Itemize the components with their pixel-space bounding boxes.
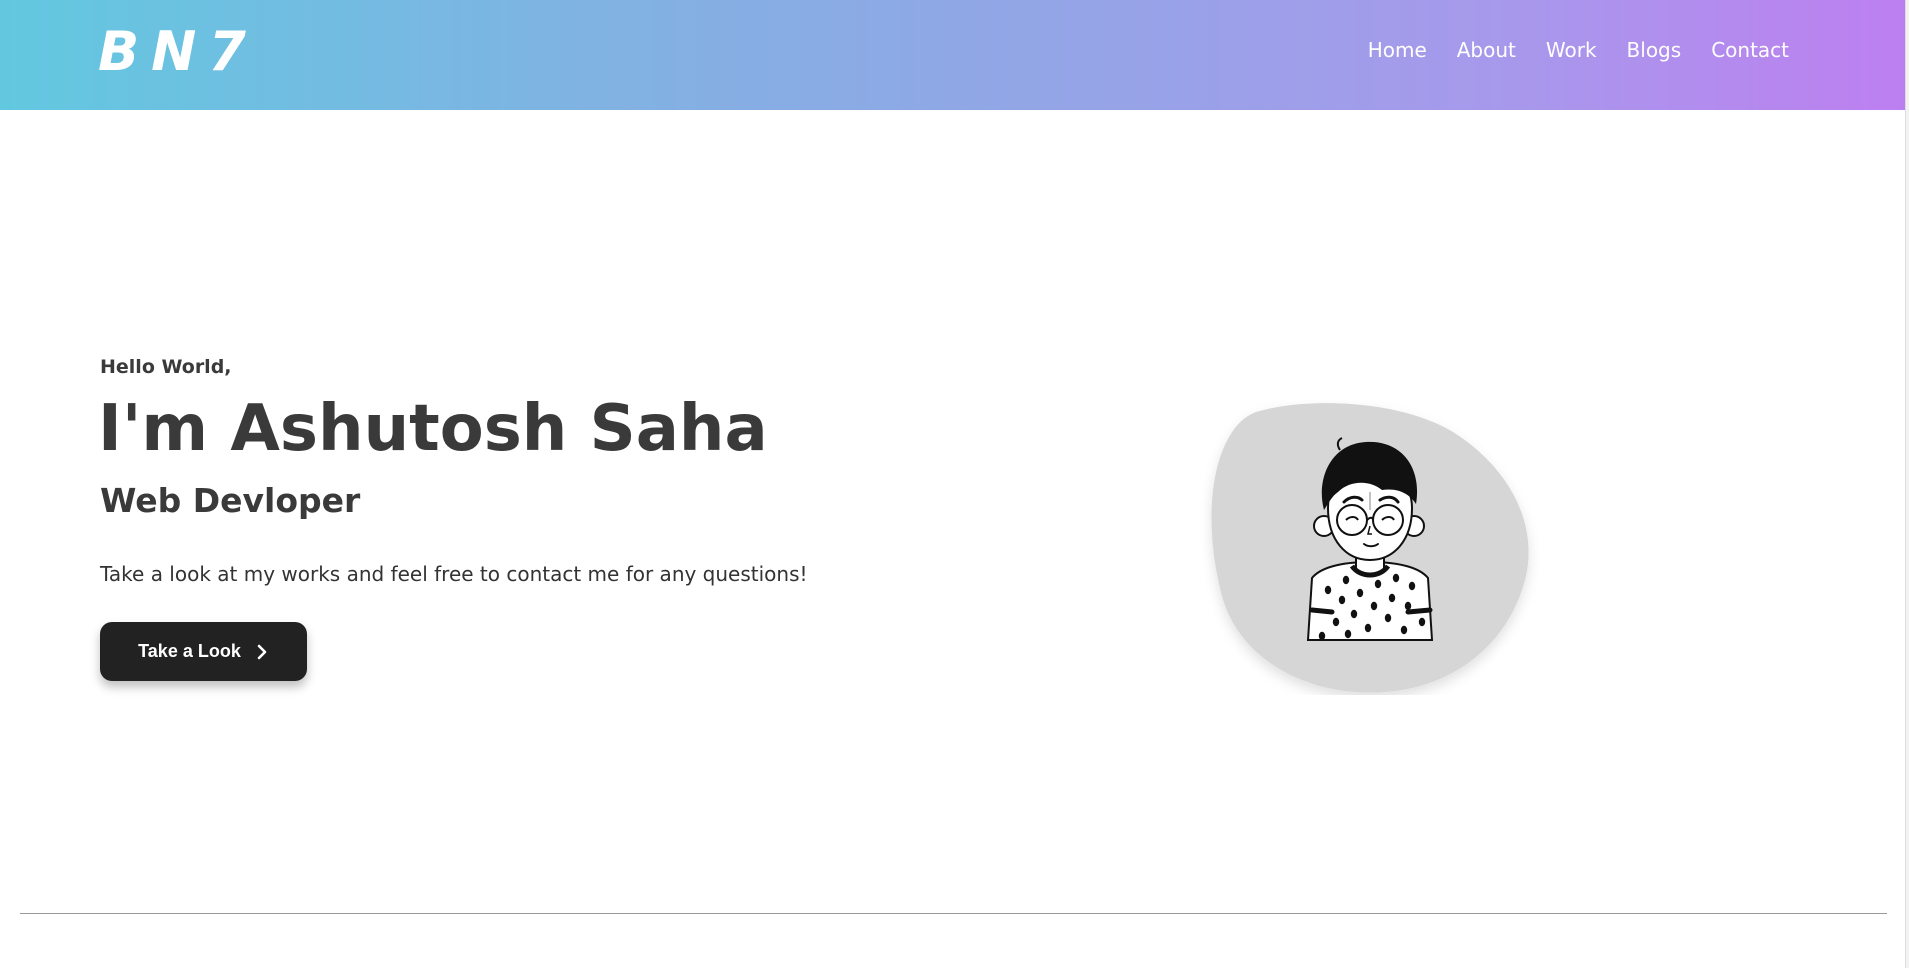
nav-link-about[interactable]: About bbox=[1457, 38, 1516, 62]
hero-tagline: Take a look at my works and feel free to… bbox=[100, 562, 808, 586]
nav-link-work[interactable]: Work bbox=[1546, 38, 1597, 62]
avatar bbox=[1200, 400, 1540, 695]
scrollbar-track[interactable] bbox=[1905, 0, 1909, 968]
hero-role: Web Devloper bbox=[100, 481, 361, 520]
nav-link-contact[interactable]: Contact bbox=[1711, 38, 1789, 62]
take-a-look-label: Take a Look bbox=[138, 641, 241, 661]
hero-greeting: Hello World, bbox=[100, 356, 232, 378]
nav-link-blogs[interactable]: Blogs bbox=[1627, 38, 1682, 62]
chevron-right-icon bbox=[255, 643, 269, 661]
hero-name: I'm Ashutosh Saha bbox=[98, 392, 768, 466]
nav-link-home[interactable]: Home bbox=[1368, 38, 1427, 62]
brand-logo[interactable]: BN7 bbox=[98, 20, 258, 83]
top-nav-bar: BN7 Home About Work Blogs Contact bbox=[0, 0, 1905, 110]
main-nav: Home About Work Blogs Contact bbox=[1368, 38, 1789, 62]
page: BN7 Home About Work Blogs Contact Hello … bbox=[0, 0, 1909, 968]
section-divider bbox=[20, 913, 1887, 914]
take-a-look-button[interactable]: Take a Look bbox=[100, 622, 307, 681]
person-avatar-icon bbox=[1211, 403, 1529, 693]
